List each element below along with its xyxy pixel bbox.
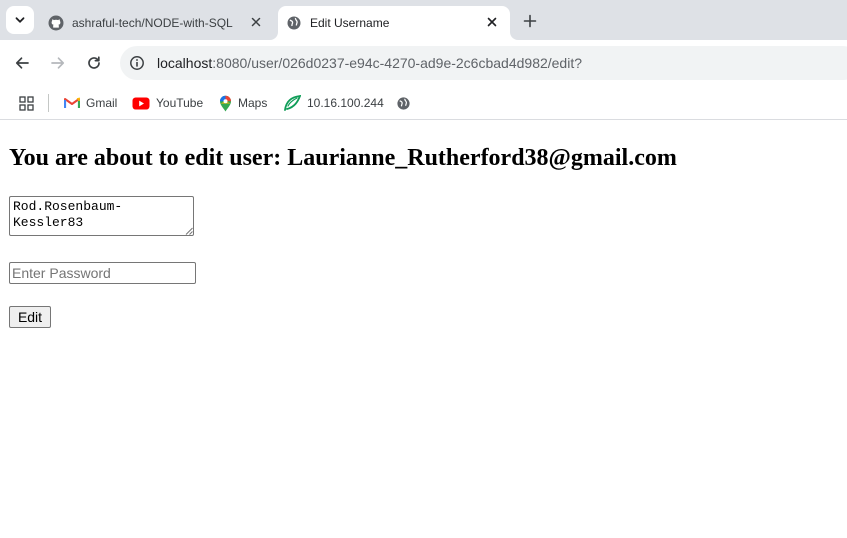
site-info-icon[interactable] (126, 52, 148, 74)
url-text: localhost:8080/user/026d0237-e94c-4270-a… (157, 55, 582, 71)
url-host: localhost (157, 55, 213, 71)
bookmarks-bar: Gmail YouTube Maps 10.16.100.244 (0, 86, 847, 120)
maps-pin-icon (220, 95, 231, 111)
arrow-left-icon (15, 57, 29, 69)
address-bar[interactable]: localhost:8080/user/026d0237-e94c-4270-a… (120, 46, 847, 80)
bookmark-globe[interactable] (396, 92, 411, 114)
username-field[interactable]: Rod.Rosenbaum-Kessler83 (9, 196, 194, 236)
tab-edit-username[interactable]: Edit Username (278, 6, 510, 40)
tab-title: ashraful-tech/NODE-with-SQL (72, 16, 233, 30)
bookmarks-divider (48, 94, 49, 112)
bookmark-label: Maps (238, 96, 268, 110)
url-path: :8080/user/026d0237-e94c-4270-ad9e-2c6cb… (212, 55, 583, 71)
tab-search-button[interactable] (6, 6, 34, 34)
edit-button[interactable]: Edit (9, 306, 51, 328)
bookmark-ip-address[interactable]: 10.16.100.244 (284, 92, 384, 114)
globe-icon (397, 96, 410, 110)
bookmark-label: 10.16.100.244 (307, 96, 384, 110)
tab-strip: ashraful-tech/NODE-with-SQL Edit Usernam… (0, 0, 847, 40)
browser-toolbar: localhost:8080/user/026d0237-e94c-4270-a… (0, 40, 847, 86)
back-button[interactable] (10, 51, 34, 75)
tab-github[interactable]: ashraful-tech/NODE-with-SQL (44, 6, 274, 40)
bookmark-maps[interactable]: Maps (219, 92, 267, 114)
youtube-icon (132, 97, 150, 109)
chevron-down-icon (15, 17, 25, 23)
gmail-icon (64, 97, 80, 108)
arrow-right-icon (51, 57, 65, 69)
close-icon[interactable] (484, 14, 500, 30)
reload-button[interactable] (82, 51, 106, 75)
page-content: You are about to edit user: Laurianne_Ru… (0, 121, 847, 538)
close-icon[interactable] (248, 14, 264, 30)
bookmark-youtube[interactable]: YouTube (132, 92, 203, 114)
bookmark-gmail[interactable]: Gmail (64, 92, 117, 114)
plus-icon (523, 14, 537, 28)
apps-button[interactable] (19, 92, 34, 114)
reload-icon (88, 56, 100, 69)
password-field[interactable] (9, 262, 196, 284)
page-heading: You are about to edit user: Laurianne_Ru… (9, 145, 677, 171)
new-tab-button[interactable] (518, 10, 542, 32)
leaf-icon (284, 95, 301, 111)
bookmark-label: YouTube (156, 96, 204, 110)
apps-grid-icon (19, 95, 34, 111)
github-icon (48, 15, 64, 31)
globe-icon (286, 15, 302, 31)
tab-title: Edit Username (310, 16, 390, 30)
bookmark-label: Gmail (86, 96, 118, 110)
forward-button[interactable] (46, 51, 70, 75)
